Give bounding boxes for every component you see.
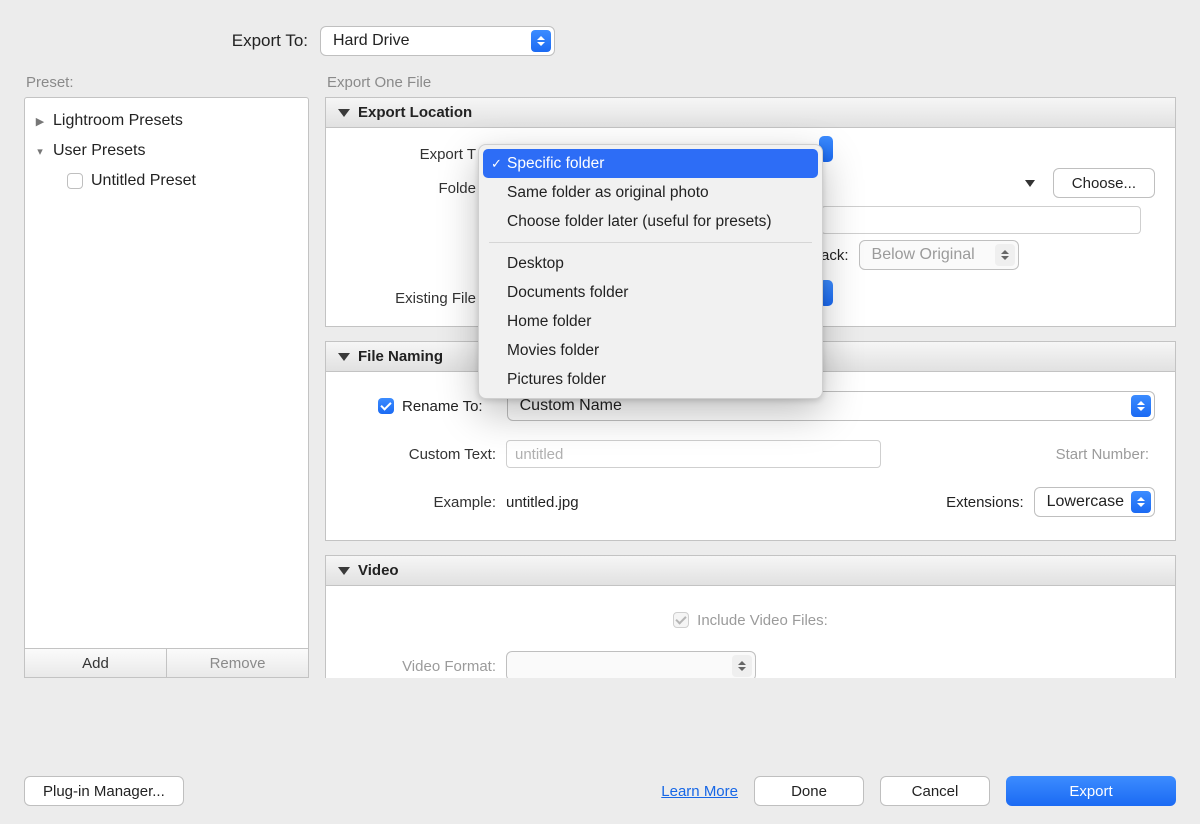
preset-group-user[interactable]: ▾ User Presets [25, 136, 308, 166]
export-button[interactable]: Export [1006, 776, 1176, 806]
export-to-select[interactable]: Hard Drive [320, 26, 555, 56]
section-title: Video [358, 562, 399, 579]
section-video: Video Include Video Files: Video Format: [325, 555, 1176, 678]
start-number-label: Start Number: [1056, 446, 1155, 463]
triangle-down-icon [338, 567, 350, 575]
preset-group-label: Lightroom Presets [53, 112, 183, 130]
section-title: Export Location [358, 104, 472, 121]
menu-item-home[interactable]: Home folder [479, 307, 822, 336]
rename-template-value: Custom Name [520, 397, 622, 415]
preset-header: Preset: [24, 74, 309, 91]
learn-more-link[interactable]: Learn More [661, 783, 738, 800]
section-header[interactable]: Video [326, 556, 1175, 586]
include-video-label: Include Video Files: [697, 612, 828, 629]
preset-group-label: User Presets [53, 142, 145, 160]
rename-to-label: Rename To: [402, 398, 483, 415]
updown-icon [995, 244, 1015, 266]
triangle-down-icon [338, 353, 350, 361]
rename-to-checkbox[interactable] [378, 398, 394, 414]
video-format-select [506, 651, 756, 678]
menu-item-pictures[interactable]: Pictures folder [479, 365, 822, 394]
preset-list[interactable]: ▶ Lightroom Presets ▾ User Presets Untit… [24, 97, 309, 649]
stack-position-select[interactable]: Below Original [859, 240, 1019, 270]
updown-icon [732, 655, 752, 677]
custom-text-label: Custom Text: [346, 446, 506, 463]
export-to-field-label: Export T [346, 146, 486, 163]
preset-item-label: Untitled Preset [91, 172, 196, 190]
existing-files-label: Existing File [346, 290, 486, 307]
updown-icon [1131, 491, 1151, 513]
checkbox-icon[interactable] [67, 173, 83, 189]
cancel-button[interactable]: Cancel [880, 776, 990, 806]
section-title: File Naming [358, 348, 443, 365]
example-label: Example: [346, 494, 506, 511]
include-video-checkbox [673, 612, 689, 628]
stack-label-fragment: ack: [821, 247, 849, 264]
folder-label: Folde [346, 180, 486, 197]
stack-position-value: Below Original [872, 246, 975, 264]
section-header[interactable]: Export Location [326, 98, 1175, 128]
updown-icon [531, 30, 551, 52]
extensions-select[interactable]: Lowercase [1034, 487, 1155, 517]
choose-folder-button[interactable]: Choose... [1053, 168, 1155, 198]
triangle-down-icon[interactable] [1025, 180, 1035, 187]
menu-item-documents[interactable]: Documents folder [479, 278, 822, 307]
preset-group-lightroom[interactable]: ▶ Lightroom Presets [25, 106, 308, 136]
preset-add-button[interactable]: Add [25, 649, 167, 677]
menu-item-desktop[interactable]: Desktop [479, 249, 822, 278]
custom-text-input[interactable] [506, 440, 881, 468]
chevron-right-icon: ▶ [33, 115, 47, 128]
menu-item-specific-folder[interactable]: Specific folder [483, 149, 818, 178]
export-to-value: Hard Drive [333, 32, 409, 50]
video-format-label: Video Format: [346, 658, 506, 675]
example-value: untitled.jpg [506, 494, 579, 511]
updown-icon [1131, 395, 1151, 417]
triangle-down-icon [338, 109, 350, 117]
menu-item-choose-later[interactable]: Choose folder later (useful for presets) [479, 207, 822, 236]
preset-remove-button[interactable]: Remove [167, 649, 308, 677]
plugin-manager-button[interactable]: Plug-in Manager... [24, 776, 184, 806]
menu-separator [489, 242, 812, 243]
preset-item[interactable]: Untitled Preset [25, 166, 308, 196]
menu-item-movies[interactable]: Movies folder [479, 336, 822, 365]
done-button[interactable]: Done [754, 776, 864, 806]
export-count-header: Export One File [325, 74, 1176, 91]
menu-item-same-folder[interactable]: Same folder as original photo [479, 178, 822, 207]
extensions-label: Extensions: [946, 494, 1024, 511]
subfolder-input[interactable] [821, 206, 1141, 234]
export-to-label: Export To: [0, 31, 320, 51]
chevron-down-icon: ▾ [33, 145, 47, 158]
export-to-folder-menu[interactable]: Specific folder Same folder as original … [478, 144, 823, 399]
extensions-value: Lowercase [1047, 493, 1124, 511]
